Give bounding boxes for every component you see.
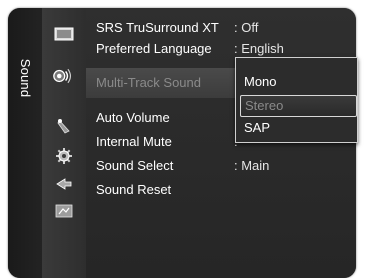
menu-item-value: : Off [234, 20, 259, 35]
option-mono[interactable]: Mono [240, 72, 355, 92]
menu-item-label: Preferred Language [96, 41, 212, 56]
menu-item-label: SRS TruSurround XT [96, 20, 219, 35]
menu-item-label: Sound Select [96, 158, 174, 173]
multi-track-options-popup: Mono Stereo SAP [235, 57, 358, 143]
side-tab-label: Sound [18, 58, 33, 98]
menu-item-label: Internal Mute [96, 134, 172, 149]
menu-icon-column [42, 8, 86, 278]
side-tab: Sound [8, 8, 42, 278]
menu-content: SRS TruSurround XT : Off Preferred Langu… [86, 8, 356, 278]
menu-item-label: Multi-Track Sound [96, 75, 201, 90]
option-sap[interactable]: SAP [240, 118, 355, 138]
sound-menu-panel: Sound SRS TruSurround XT: Off Preferred… [8, 8, 356, 278]
option-stereo[interactable]: Stereo [240, 95, 357, 117]
input-icon[interactable] [54, 176, 74, 192]
application-icon[interactable] [54, 203, 74, 219]
menu-item-label: Sound Reset [96, 182, 172, 197]
setup-icon[interactable] [54, 148, 74, 164]
menu-item-value: : English [234, 41, 284, 56]
channel-icon[interactable] [54, 118, 74, 134]
menu-item-label: Auto Volume [96, 110, 170, 125]
sound-icon[interactable] [52, 68, 72, 84]
picture-icon[interactable] [54, 26, 74, 42]
menu-item-value: : Main [234, 158, 270, 173]
